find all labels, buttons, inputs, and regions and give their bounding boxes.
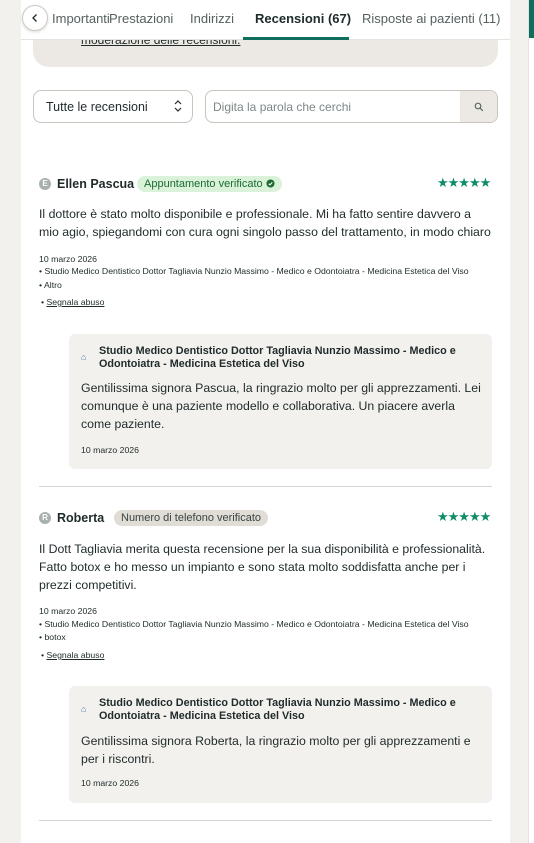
avatar: R xyxy=(39,512,51,524)
divider xyxy=(39,820,492,821)
rating-stars: ★★★★★ xyxy=(437,175,491,190)
avatar: E xyxy=(39,178,51,190)
tooth-icon: ⌂ xyxy=(81,704,87,714)
service-name: • botox xyxy=(39,632,66,642)
active-tab-indicator xyxy=(243,37,349,40)
divider xyxy=(39,486,492,487)
doctor-reply: ⌂ Studio Medico Dentistico Dottor Taglia… xyxy=(69,334,492,469)
reviewer-name: Roberta xyxy=(57,511,105,525)
side-panel-edge xyxy=(528,0,534,843)
reply-date: 10 marzo 2026 xyxy=(81,445,139,455)
review-text: Il dottore è stato molto disponibile e p… xyxy=(39,207,491,239)
chevron-left-icon xyxy=(32,14,37,22)
review-date: 10 marzo 2026 xyxy=(39,606,97,616)
side-panel-accent xyxy=(529,0,534,38)
tab-recensioni[interactable]: Recensioni (67) xyxy=(255,11,351,26)
review-filter-select[interactable]: Tutte le recensioni xyxy=(33,90,193,123)
search-input[interactable] xyxy=(206,91,461,122)
verified-badge: Appuntamento verificato xyxy=(137,176,282,192)
scroll-left-button[interactable] xyxy=(22,5,48,31)
tab-risposte[interactable]: Risposte ai pazienti (11) xyxy=(362,11,501,26)
service-name: • Altro xyxy=(39,280,62,290)
reply-author: Studio Medico Dentistico Dottor Tagliavi… xyxy=(99,345,456,370)
review-date: 10 marzo 2026 xyxy=(39,254,97,264)
tooth-icon: ⌂ xyxy=(81,352,87,362)
tab-bar: Importanti Prestazioni Indirizzi Recensi… xyxy=(21,0,510,40)
search-box xyxy=(205,90,498,123)
search-icon xyxy=(474,102,483,111)
reply-date: 10 marzo 2026 xyxy=(81,778,139,788)
report-abuse-link[interactable]: • Segnala abuso xyxy=(41,650,104,660)
report-abuse-link[interactable]: • Segnala abuso xyxy=(41,297,104,307)
reply-text: Gentilissima signora Pascua, la ringrazi… xyxy=(81,381,481,431)
tab-indirizzi[interactable]: Indirizzi xyxy=(190,11,234,26)
check-circle-icon xyxy=(266,179,275,188)
verified-badge-label: Appuntamento verificato xyxy=(144,178,263,190)
tab-prestazioni[interactable]: Prestazioni xyxy=(109,11,173,26)
reply-author: Studio Medico Dentistico Dottor Tagliavi… xyxy=(99,697,456,722)
reviewer-name: Ellen Pascua xyxy=(57,177,135,191)
report-abuse-label: Segnala abuso xyxy=(46,650,105,660)
review-filter-value: Tutte le recensioni xyxy=(46,100,148,114)
clinic-name: • Studio Medico Dentistico Dottor Taglia… xyxy=(39,619,469,629)
review-text: Il Dott Tagliavia merita questa recensio… xyxy=(39,542,486,592)
clinic-name: • Studio Medico Dentistico Dottor Taglia… xyxy=(39,266,469,276)
doctor-reply: ⌂ Studio Medico Dentistico Dottor Taglia… xyxy=(69,686,492,803)
report-abuse-label: Segnala abuso xyxy=(46,297,105,307)
chevron-up-down-icon xyxy=(174,100,182,112)
tab-importanti[interactable]: Importanti xyxy=(52,11,110,26)
rating-stars: ★★★★★ xyxy=(437,509,491,524)
search-button[interactable] xyxy=(460,91,497,122)
reply-text: Gentilissima signora Roberta, la ringraz… xyxy=(81,734,471,766)
phone-verified-badge: Numero di telefono verificato xyxy=(114,510,269,526)
